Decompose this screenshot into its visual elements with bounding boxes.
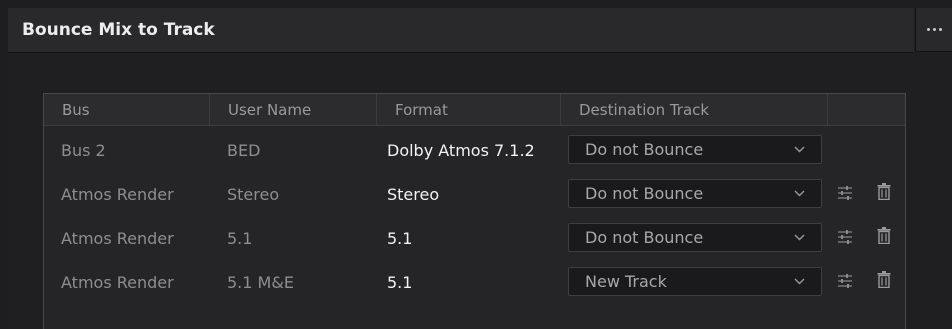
dropdown-value: Do not Bounce bbox=[585, 140, 704, 159]
table-row: Atmos Render Stereo Stereo Do not Bounce bbox=[44, 172, 905, 216]
dropdown-value: New Track bbox=[585, 272, 667, 291]
title-bar: Bounce Mix to Track bbox=[8, 8, 914, 53]
destination-track-dropdown[interactable]: Do not Bounce bbox=[568, 179, 822, 208]
cell-format: 5.1 bbox=[387, 228, 413, 248]
column-header-format: Format bbox=[377, 94, 561, 125]
column-header-bus: Bus bbox=[44, 94, 210, 125]
trash-icon[interactable] bbox=[877, 271, 891, 288]
cell-bus: Bus 2 bbox=[61, 140, 106, 160]
column-header-destination-track: Destination Track bbox=[561, 94, 828, 125]
destination-track-dropdown[interactable]: Do not Bounce bbox=[568, 223, 822, 252]
cell-user-name: Stereo bbox=[227, 184, 280, 204]
trash-icon[interactable] bbox=[877, 183, 891, 200]
table-row: Atmos Render 5.1 M&E 5.1 New Track bbox=[44, 260, 905, 304]
trash-icon[interactable] bbox=[877, 227, 891, 244]
more-options-button[interactable] bbox=[915, 8, 952, 52]
more-horizontal-icon bbox=[926, 28, 930, 31]
table-row: Bus 2 BED Dolby Atmos 7.1.2 Do not Bounc… bbox=[44, 128, 905, 172]
bounce-table: Bus User Name Format Destination Track B… bbox=[43, 93, 906, 329]
sliders-icon[interactable] bbox=[837, 273, 853, 289]
destination-track-dropdown[interactable]: Do not Bounce bbox=[568, 135, 822, 164]
cell-format: Dolby Atmos 7.1.2 bbox=[387, 140, 535, 160]
cell-user-name: 5.1 bbox=[227, 228, 253, 248]
cell-bus: Atmos Render bbox=[61, 272, 174, 292]
cell-bus: Atmos Render bbox=[61, 184, 174, 204]
window-title: Bounce Mix to Track bbox=[22, 20, 215, 40]
table-header: Bus User Name Format Destination Track bbox=[44, 94, 905, 126]
column-header-user-name: User Name bbox=[210, 94, 377, 125]
column-header-actions bbox=[828, 94, 907, 125]
chevron-down-icon bbox=[794, 146, 805, 153]
dropdown-value: Do not Bounce bbox=[585, 228, 704, 247]
cell-user-name: BED bbox=[227, 140, 261, 160]
destination-track-dropdown[interactable]: New Track bbox=[568, 267, 822, 296]
cell-user-name: 5.1 M&E bbox=[227, 272, 294, 292]
chevron-down-icon bbox=[794, 190, 805, 197]
dropdown-value: Do not Bounce bbox=[585, 184, 704, 203]
cell-bus: Atmos Render bbox=[61, 228, 174, 248]
bounce-mix-window: Bounce Mix to Track Bus User Name Format… bbox=[0, 0, 952, 329]
chevron-down-icon bbox=[794, 234, 805, 241]
table-row: Atmos Render 5.1 5.1 Do not Bounce bbox=[44, 216, 905, 260]
cell-format: 5.1 bbox=[387, 272, 413, 292]
cell-format: Stereo bbox=[387, 184, 440, 204]
sliders-icon[interactable] bbox=[837, 185, 853, 201]
sliders-icon[interactable] bbox=[837, 229, 853, 245]
chevron-down-icon bbox=[794, 278, 805, 285]
